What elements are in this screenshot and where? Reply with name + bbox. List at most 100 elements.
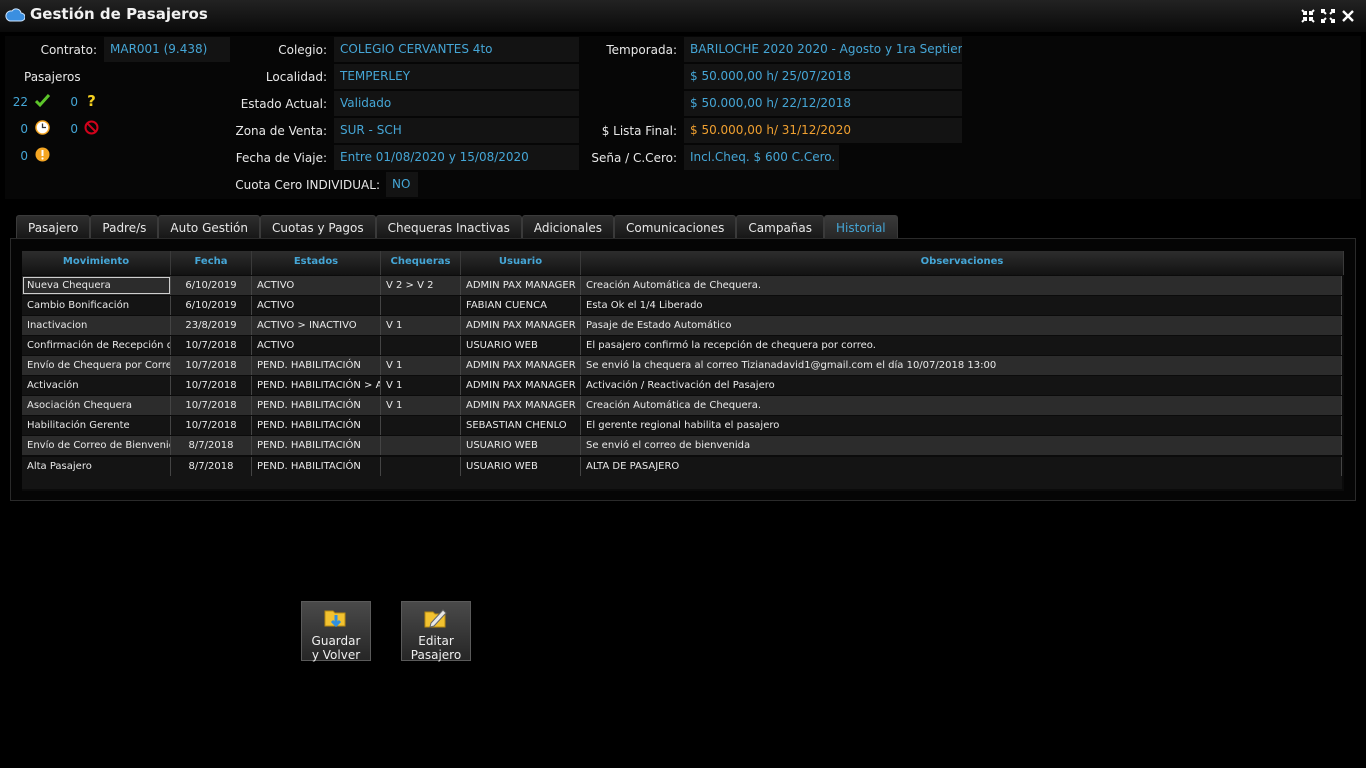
table-row[interactable]: Cambio Bonificación 6/10/2019 ACTIVO FABIAN… [22,296,1342,315]
cell-usuario[interactable]: ADMIN PAX MANAGER [461,316,581,335]
cell-observacion[interactable]: Creación Automática de Chequera. [581,396,1342,415]
cell-usuario[interactable]: ADMIN PAX MANAGER [461,396,581,415]
cell-fecha[interactable]: 8/7/2018 [171,457,252,476]
cell-fecha[interactable]: 6/10/2019 [171,296,252,315]
tab-padres[interactable]: Padre/s [90,215,159,239]
header-fecha[interactable]: Fecha [171,251,252,275]
cell-estado[interactable]: PEND. HABILITACIÓN [252,416,381,435]
cell-chequera[interactable]: V 1 [381,356,461,375]
cell-estado[interactable]: PEND. HABILITACIÓN [252,436,381,455]
cell-observacion[interactable]: Activación / Reactivación del Pasajero [581,376,1342,395]
tab-campanas[interactable]: Campañas [736,215,825,239]
cell-usuario[interactable]: USUARIO WEB [461,336,581,355]
cell-usuario[interactable]: USUARIO WEB [461,457,581,476]
tab-historial[interactable]: Historial [824,215,898,239]
guardar-label-2: y Volver [311,648,361,662]
cell-chequera[interactable] [381,457,461,476]
header-movimiento[interactable]: Movimiento [22,251,171,275]
cuota-cero-value: NO [386,172,418,197]
header-usuario[interactable]: Usuario [461,251,581,275]
cloud-icon [5,8,25,22]
cell-fecha[interactable]: 10/7/2018 [171,416,252,435]
cell-movimiento[interactable]: Cambio Bonificación [22,296,171,315]
cell-observacion[interactable]: Esta Ok el 1/4 Liberado [581,296,1342,315]
cell-estado[interactable]: PEND. HABILITACIÓN [252,356,381,375]
table-row[interactable]: Envío de Correo de Bienvenida 8/7/2018 PEN… [22,436,1342,455]
header-estados[interactable]: Estados [252,251,381,275]
editar-pasajero-button[interactable]: Editar Pasajero [401,601,471,662]
close-icon[interactable] [1340,8,1356,24]
table-row[interactable]: Habilitación Gerente 10/7/2018 PEND. HABIL… [22,416,1342,435]
cell-movimiento[interactable]: Envío de Chequera por Correo [22,356,171,375]
cell-fecha[interactable]: 10/7/2018 [171,356,252,375]
lista-final-value: $ 50.000,00 h/ 31/12/2020 [684,118,962,143]
cell-fecha[interactable]: 10/7/2018 [171,396,252,415]
cell-observacion[interactable]: Pasaje de Estado Automático [581,316,1342,335]
table-row[interactable]: Asociación Chequera 10/7/2018 PEND. HABILI… [22,396,1342,415]
cell-usuario[interactable]: ADMIN PAX MANAGER [461,376,581,395]
header-observaciones[interactable]: Observaciones [581,251,1344,275]
cell-observacion[interactable]: Se envió el correo de bienvenida [581,436,1342,455]
cell-estado[interactable]: PEND. HABILITACIÓN [252,396,381,415]
cell-movimiento[interactable]: Alta Pasajero [22,457,171,476]
cell-chequera[interactable] [381,416,461,435]
cell-movimiento[interactable]: Envío de Correo de Bienvenida [22,436,171,455]
cell-estado[interactable]: PEND. HABILITACIÓN > A [252,376,381,395]
tab-cuotas-y-pagos[interactable]: Cuotas y Pagos [260,215,376,239]
svg-text:?: ? [87,93,96,108]
table-row[interactable]: Nueva Chequera 6/10/2019 ACTIVO V 2 > V 2 AD… [22,276,1342,295]
cell-fecha[interactable]: 6/10/2019 [171,276,252,295]
tab-auto-gestion[interactable]: Auto Gestión [158,215,261,239]
blocked-icon [84,120,99,135]
cell-usuario[interactable]: USUARIO WEB [461,436,581,455]
cell-estado[interactable]: PEND. HABILITACIÓN [252,457,381,476]
table-row[interactable]: Activación 10/7/2018 PEND. HABILITACIÓN > … [22,376,1342,395]
cell-chequera[interactable]: V 1 [381,396,461,415]
cell-estado[interactable]: ACTIVO [252,336,381,355]
tab-chequeras-inactivas[interactable]: Chequeras Inactivas [375,215,522,239]
tab-adicionales[interactable]: Adicionales [521,215,614,239]
fecha-viaje-label: Fecha de Viaje: [235,151,327,165]
cell-chequera[interactable] [381,296,461,315]
cell-chequera[interactable] [381,336,461,355]
cell-estado[interactable]: ACTIVO > INACTIVO [252,316,381,335]
tab-comunicaciones[interactable]: Comunicaciones [613,215,737,239]
pasajeros-label: Pasajeros [24,70,81,84]
cell-chequera[interactable]: V 2 > V 2 [381,276,461,295]
cell-usuario[interactable]: ADMIN PAX MANAGER [461,356,581,375]
guardar-y-volver-button[interactable]: Guardar y Volver [301,601,371,662]
table-row[interactable]: Envío de Chequera por Correo 10/7/2018 PEN… [22,356,1342,375]
cell-chequera[interactable] [381,436,461,455]
header-chequeras[interactable]: Chequeras [381,251,461,275]
cell-usuario[interactable]: FABIAN CUENCA [461,296,581,315]
cell-fecha[interactable]: 10/7/2018 [171,336,252,355]
cell-movimiento[interactable]: Asociación Chequera [22,396,171,415]
editar-label-1: Editar [418,634,454,648]
table-row[interactable]: Confirmación de Recepción de 10/7/2018 ACT… [22,336,1342,355]
cell-usuario[interactable]: ADMIN PAX MANAGER [461,276,581,295]
table-row[interactable]: Inactivacion 23/8/2019 ACTIVO > INACTIVO V … [22,316,1342,335]
cell-movimiento[interactable]: Inactivacion [22,316,171,335]
tab-pasajero[interactable]: Pasajero [16,215,91,239]
cell-estado[interactable]: ACTIVO [252,296,381,315]
cell-observacion[interactable]: El pasajero confirmó la recepción de che… [581,336,1342,355]
cell-estado[interactable]: ACTIVO [252,276,381,295]
cell-observacion[interactable]: Creación Automática de Chequera. [581,276,1342,295]
cell-movimiento[interactable]: Activación [22,376,171,395]
table-row[interactable]: Alta Pasajero 8/7/2018 PEND. HABILITACIÓN U… [22,457,1342,476]
cell-movimiento[interactable]: Confirmación de Recepción de [22,336,171,355]
expand-icon[interactable] [1320,8,1336,24]
cell-fecha[interactable]: 8/7/2018 [171,436,252,455]
cell-movimiento[interactable]: Nueva Chequera [22,276,171,295]
guardar-label-1: Guardar [311,634,361,648]
cell-observacion[interactable]: Se envió la chequera al correo Tizianada… [581,356,1342,375]
cell-movimiento[interactable]: Habilitación Gerente [22,416,171,435]
cell-fecha[interactable]: 23/8/2019 [171,316,252,335]
cell-usuario[interactable]: SEBASTIAN CHENLO [461,416,581,435]
collapse-icon[interactable] [1300,8,1316,24]
cell-observacion[interactable]: ALTA DE PASAJERO [581,457,1342,476]
cell-chequera[interactable]: V 1 [381,376,461,395]
cell-fecha[interactable]: 10/7/2018 [171,376,252,395]
cell-chequera[interactable]: V 1 [381,316,461,335]
cell-observacion[interactable]: El gerente regional habilita el pasajero [581,416,1342,435]
